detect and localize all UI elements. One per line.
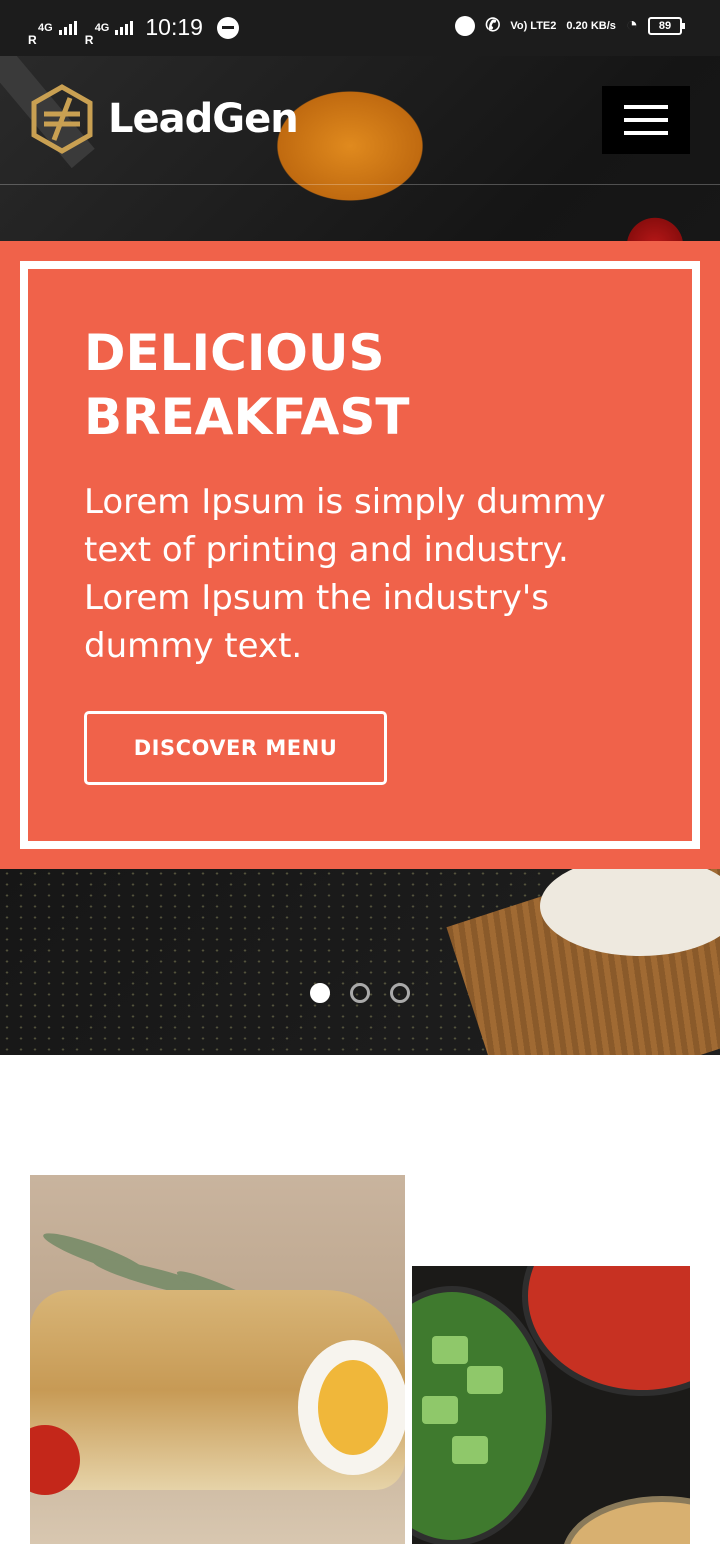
- status-bar: 4G R 4G R 10:19 ✆ Vo) LTE2 0.20 KB/s ◔ 89: [0, 0, 720, 56]
- clock: 10:19: [145, 14, 203, 40]
- hamburger-icon: [624, 118, 668, 122]
- hero-description: Lorem Ipsum is simply dummy text of prin…: [84, 482, 606, 666]
- cucumber-piece: [432, 1336, 468, 1364]
- battery-icon: 89: [648, 16, 685, 35]
- network-indicator-1: 4G R: [28, 21, 53, 47]
- slider-dot-2[interactable]: [350, 983, 370, 1003]
- volte-indicator: Vo) LTE2: [510, 19, 557, 32]
- status-left: 4G R 4G R 10:19: [28, 14, 239, 47]
- signal-icon: [58, 20, 77, 35]
- status-right: ✆ Vo) LTE2 0.20 KB/s ◔ 89: [455, 14, 685, 37]
- slider-pagination: [310, 983, 410, 1003]
- hamburger-icon: [624, 131, 668, 135]
- noodle-bowl: [562, 1496, 690, 1544]
- slider-dot-3[interactable]: [390, 983, 410, 1003]
- salad-bowls-image: [412, 1266, 690, 1544]
- menu-button[interactable]: [602, 86, 690, 154]
- header-divider: [0, 184, 720, 185]
- cucumber-piece: [422, 1396, 458, 1424]
- network-indicator-2: 4G R: [84, 21, 110, 47]
- hamburger-icon: [624, 105, 668, 109]
- hero-section: LeadGen DELICIOUS BREAKFAST Lorem Ipsum …: [0, 56, 720, 1055]
- alarm-icon: [455, 15, 476, 36]
- cucumber-piece: [452, 1436, 488, 1464]
- message-notification-icon: [216, 16, 239, 39]
- breakfast-wrap-image: [30, 1175, 405, 1544]
- signal-icon: [115, 20, 134, 35]
- logo[interactable]: LeadGen: [30, 84, 299, 154]
- yolk-graphic: [318, 1360, 388, 1455]
- logo-mark-icon: [31, 84, 93, 154]
- logo-text: LeadGen: [108, 96, 299, 142]
- wifi-call-icon: ✆: [485, 15, 501, 35]
- wifi-icon: ◔: [625, 14, 638, 36]
- network-speed: 0.20 KB/s: [566, 19, 616, 32]
- cucumber-piece: [467, 1366, 503, 1394]
- hero-title: DELICIOUS BREAKFAST: [84, 324, 410, 446]
- slider-dot-1[interactable]: [310, 983, 330, 1003]
- discover-menu-button[interactable]: DISCOVER MENU: [84, 711, 387, 785]
